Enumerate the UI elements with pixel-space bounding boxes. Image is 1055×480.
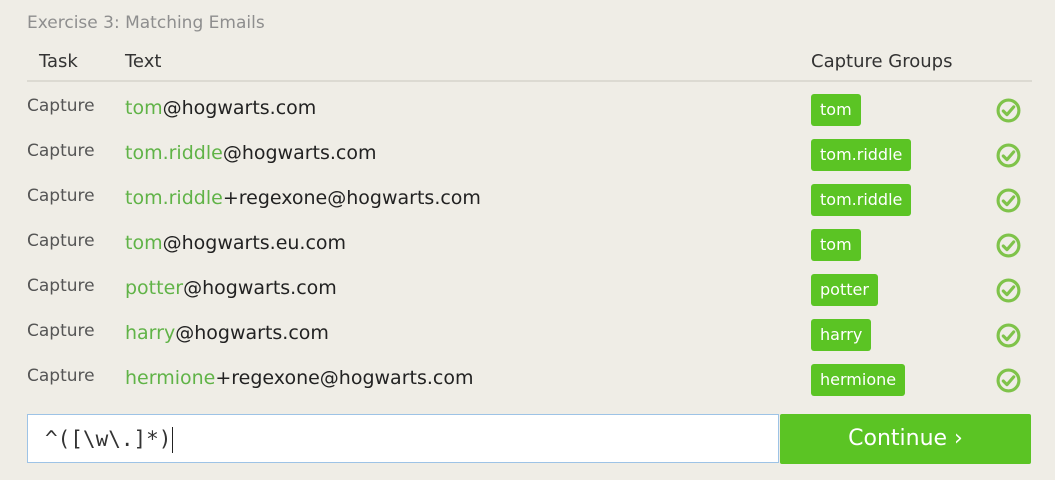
task-label: Capture	[27, 96, 95, 116]
header-text: Text	[125, 51, 162, 72]
header-capture-groups: Capture Groups	[811, 51, 953, 72]
capture-group-badge: hermione	[811, 364, 906, 396]
table-row: Capture potter@hogwarts.com potter	[27, 274, 1032, 319]
unmatched-text: @hogwarts.com	[222, 142, 377, 164]
capture-group-badge: tom	[811, 94, 861, 126]
test-string: potter@hogwarts.com	[125, 277, 337, 299]
test-string: harry@hogwarts.com	[125, 322, 329, 344]
header-task: Task	[39, 51, 78, 72]
check-circle-icon	[996, 278, 1021, 303]
regex-input-value: ^([\w\.]*)	[45, 427, 172, 451]
continue-button[interactable]: Continue ›	[780, 414, 1031, 464]
match-highlight: tom	[125, 97, 163, 119]
unmatched-text: @hogwarts.com	[183, 277, 337, 299]
check-circle-icon	[996, 98, 1021, 123]
task-label: Capture	[27, 231, 95, 251]
match-highlight: hermione	[125, 367, 216, 389]
match-highlight: tom	[125, 232, 163, 254]
capture-group-badge: harry	[811, 319, 872, 351]
unmatched-text: +regexone@hogwarts.com	[215, 367, 474, 389]
test-string: tom.riddle@hogwarts.com	[125, 142, 377, 164]
match-highlight: harry	[125, 322, 176, 344]
table-row: Capture tom.riddle+regexone@hogwarts.com…	[27, 184, 1032, 229]
task-label: Capture	[27, 321, 95, 341]
match-highlight: tom.riddle	[125, 142, 223, 164]
capture-group-badge: tom.riddle	[811, 139, 912, 171]
text-caret	[172, 427, 174, 453]
unmatched-text: @hogwarts.com	[175, 322, 329, 344]
test-string: tom@hogwarts.com	[125, 97, 316, 119]
match-highlight: tom.riddle	[125, 187, 223, 209]
table-header: Task Text Capture Groups	[27, 49, 1032, 82]
capture-group-badge: tom.riddle	[811, 184, 912, 216]
table-row: Capture tom@hogwarts.com tom	[27, 94, 1032, 139]
check-circle-icon	[996, 188, 1021, 213]
task-label: Capture	[27, 276, 95, 296]
match-highlight: potter	[125, 277, 184, 299]
test-string: tom.riddle+regexone@hogwarts.com	[125, 187, 481, 209]
test-string: hermione+regexone@hogwarts.com	[125, 367, 473, 389]
unmatched-text: @hogwarts.eu.com	[162, 232, 347, 254]
table-row: Capture harry@hogwarts.com harry	[27, 319, 1032, 364]
exercise-panel: Exercise 3: Matching Emails Task Text Ca…	[0, 0, 1055, 480]
capture-group-badge: tom	[811, 229, 861, 261]
test-string: tom@hogwarts.eu.com	[125, 232, 346, 254]
table-row: Capture tom@hogwarts.eu.com tom	[27, 229, 1032, 274]
check-circle-icon	[996, 323, 1021, 348]
capture-group-badge: potter	[811, 274, 878, 306]
table-row: Capture hermione+regexone@hogwarts.com h…	[27, 364, 1032, 409]
exercise-title: Exercise 3: Matching Emails	[27, 13, 265, 33]
unmatched-text: @hogwarts.com	[162, 97, 317, 119]
unmatched-text: +regexone@hogwarts.com	[222, 187, 481, 209]
regex-input[interactable]: ^([\w\.]*)	[27, 414, 779, 463]
task-label: Capture	[27, 141, 95, 161]
check-circle-icon	[996, 143, 1021, 168]
check-circle-icon	[996, 368, 1021, 393]
table-row: Capture tom.riddle@hogwarts.com tom.ridd…	[27, 139, 1032, 184]
check-circle-icon	[996, 233, 1021, 258]
task-label: Capture	[27, 186, 95, 206]
task-label: Capture	[27, 366, 95, 386]
